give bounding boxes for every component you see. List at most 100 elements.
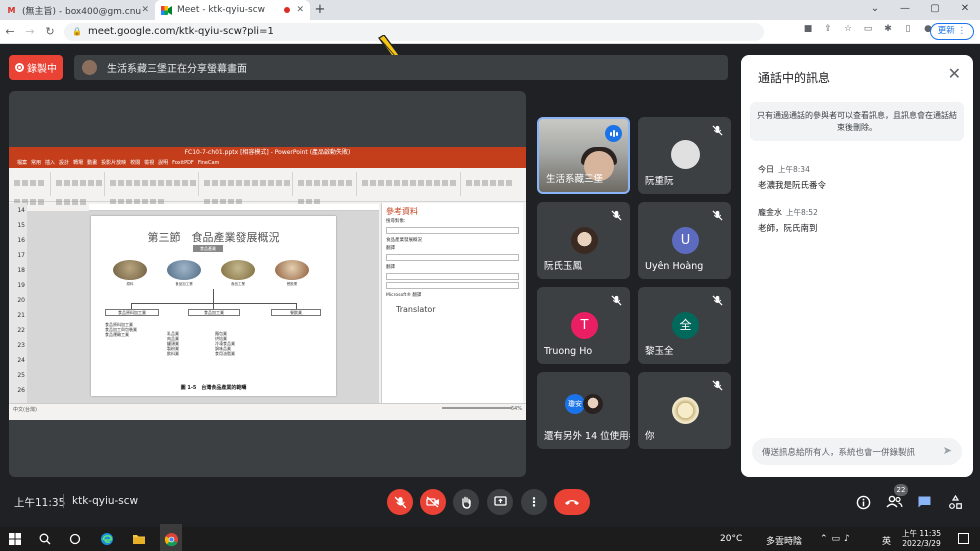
system-clock[interactable]: 上午 11:35 2022/3/29	[902, 529, 941, 549]
maximize-icon[interactable]: ▢	[920, 0, 950, 20]
tab-title: Meet - ktk-qyiu-scw	[177, 5, 266, 15]
close-tab-icon[interactable]: ✕	[141, 5, 149, 15]
camera-toggle-button[interactable]	[420, 489, 446, 515]
gmail-icon: M	[7, 5, 16, 15]
presenter-avatar	[82, 60, 97, 75]
chat-icon	[918, 496, 930, 508]
people-button[interactable]	[884, 492, 904, 512]
tab-search-icon[interactable]: ▭	[862, 24, 874, 34]
new-tab-button[interactable]: +	[310, 0, 330, 20]
close-tab-icon[interactable]: ✕	[296, 5, 304, 15]
message-time: 上午8:52	[786, 208, 818, 217]
meeting-time: 上午11:35	[14, 497, 66, 509]
mic-off-icon	[611, 295, 622, 306]
meeting-code[interactable]: ktk-qyiu-scw	[72, 495, 138, 507]
close-icon[interactable]: ✕	[948, 65, 961, 83]
mic-off-icon	[712, 295, 723, 306]
camera-icon[interactable]: ■	[802, 24, 814, 34]
sidebar-icon[interactable]: ▯	[902, 24, 914, 34]
tab-meet[interactable]: Meet - ktk-qyiu-scw ✕	[155, 0, 310, 20]
zoom-slider[interactable]	[442, 407, 512, 409]
share-icon[interactable]: ⇪	[822, 24, 834, 34]
pane-row: 翻譯	[386, 246, 395, 251]
chat-button[interactable]	[914, 492, 934, 512]
tab-gmail[interactable]: M (無主旨) - box400@gm.cnu.edu ✕	[0, 0, 155, 20]
chat-input[interactable]: 傳送訊息給所有人，系統也會一併錄製訊 ➤	[752, 438, 962, 465]
current-slide: 第三節 食品產業發展概況 食品產業 原料 食品加工業 食品工業 餐飲業 食品原料…	[91, 216, 336, 396]
participant-tile[interactable]: U Uyên Hoàng	[638, 202, 731, 279]
slide-box: 食品原料加工業	[105, 309, 159, 316]
slide-list: 乳品業 肉品業 罐頭業 製粉業 飲料業	[167, 331, 179, 356]
slide-photo	[113, 260, 147, 280]
slide-photo	[275, 260, 309, 280]
bookmark-star-icon[interactable]: ☆	[842, 24, 854, 34]
activities-button[interactable]	[945, 492, 965, 512]
back-icon[interactable]: ←	[0, 25, 20, 38]
presentation-stage[interactable]: FC10-7-ch01.pptx [相容模式] - PowerPoint (產品…	[9, 91, 526, 477]
mic-off-icon	[712, 210, 723, 221]
weather-temp[interactable]: 20°C	[720, 534, 742, 544]
participant-name: 阮重阮	[645, 176, 674, 187]
slide-tag: 食品產業	[193, 245, 223, 252]
participant-tile[interactable]: 阮重阮	[638, 117, 731, 194]
message-text: 老師，阮氏南到	[758, 224, 818, 234]
pane-select[interactable]	[386, 282, 519, 289]
participant-name: Truong Ho	[544, 346, 593, 357]
participant-tile[interactable]: 生活系藏三堡	[537, 117, 630, 194]
chat-panel: 通話中的訊息 ✕ 只有通過通話的參與者可以查看訊息，且訊息會在通話結束後刪除。 …	[741, 55, 973, 477]
chat-message: 今日 上午8:34 老濃我是阮氏番令	[758, 157, 958, 191]
slide-photo	[221, 260, 255, 280]
pane-select[interactable]	[386, 273, 519, 280]
recording-badge[interactable]: 錄製中	[9, 55, 63, 80]
participant-name: Uyên Hoàng	[645, 261, 704, 272]
participant-tile[interactable]: 全 黎玉全	[638, 287, 731, 364]
ppt-ribbon-tabs: 檔案 常用 插入 設計 轉場 動畫 投影片放映 校閱 檢視 說明 FoxitPDF FineCam	[9, 159, 526, 168]
ppt-ribbon	[9, 168, 526, 205]
more-options-button[interactable]: ⋮	[521, 489, 547, 515]
close-window-icon[interactable]: ✕	[950, 0, 980, 20]
participant-tile[interactable]: T Truong Ho	[537, 287, 630, 364]
recording-dot-icon	[284, 7, 291, 13]
url-input[interactable]: 🔒 meet.google.com/ktk-qyiu-scw?pli=1	[64, 22, 764, 41]
participant-tile[interactable]: 你	[638, 372, 731, 449]
ime-indicator[interactable]: 英	[882, 534, 891, 547]
slide-caption: 餐飲業	[286, 282, 298, 286]
present-screen-button[interactable]	[487, 489, 513, 515]
more-participants-tile[interactable]: 瓊安 還有另外 14 位使用者	[537, 372, 630, 449]
mic-toggle-button[interactable]	[387, 489, 413, 515]
extensions-icon[interactable]: ✱	[882, 24, 894, 34]
reload-icon[interactable]: ↻	[40, 25, 60, 38]
pane-title: 參考資料	[386, 207, 418, 216]
tab-title: (無主旨) - box400@gm.cnu.edu	[22, 6, 142, 17]
slide-photo	[167, 260, 201, 280]
ppt-ruler	[89, 204, 379, 211]
tree-line	[213, 289, 214, 303]
update-button[interactable]: 更新 ⋮	[929, 23, 974, 40]
participant-name: 你	[645, 431, 655, 442]
message-sender: 今日	[758, 165, 774, 174]
leave-call-button[interactable]	[554, 489, 590, 515]
pane-row: Microsoft® 翻譯	[386, 293, 422, 298]
minimize-icon[interactable]: —	[890, 0, 920, 20]
raise-hand-button[interactable]	[453, 489, 479, 515]
reference-pane: 參考資料 搜尋對象: 食品產業發展概況 翻譯 翻譯 Microsoft® 翻譯 …	[381, 203, 523, 403]
slide-figure-caption: 圖 1-5 台灣食品產業的範疇	[180, 385, 247, 391]
chevron-down-icon[interactable]: ⌄	[860, 0, 890, 20]
message-time: 上午8:34	[778, 165, 810, 174]
notification-icon[interactable]	[958, 533, 969, 544]
share-banner-text: 生活系藏三堡正在分享螢幕畫面	[107, 64, 247, 75]
send-icon[interactable]: ➤	[943, 444, 952, 457]
avatar	[571, 227, 598, 254]
forward-icon[interactable]: →	[20, 25, 40, 38]
avatar: T	[571, 312, 598, 339]
pane-search-input[interactable]	[386, 227, 519, 234]
participant-name: 黎玉全	[645, 346, 674, 357]
status-text: 中文(台灣)	[13, 407, 37, 413]
meeting-info-button[interactable]	[853, 492, 873, 512]
tray-icons[interactable]: ⌃▭♪	[820, 534, 854, 544]
more-vert-icon: ⋮	[528, 495, 540, 509]
participant-tile[interactable]: 阮氏玉鳳	[537, 202, 630, 279]
window-controls: ⌄ — ▢ ✕	[860, 0, 980, 20]
pane-select[interactable]	[386, 254, 519, 261]
pane-row: 翻譯	[386, 265, 395, 270]
